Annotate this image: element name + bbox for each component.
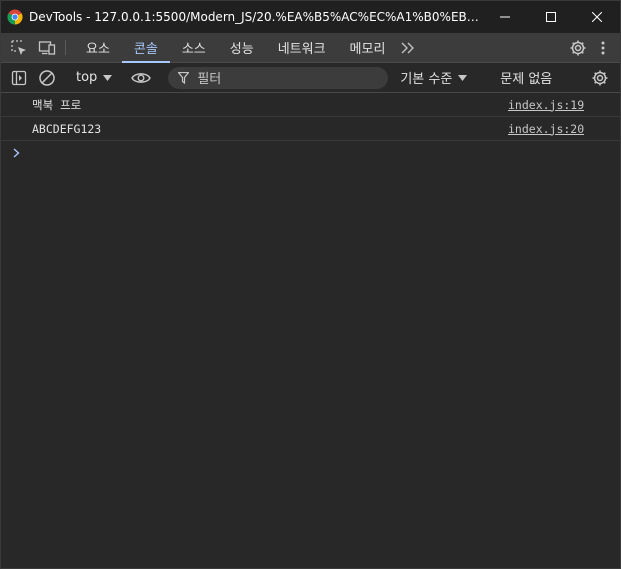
tabbar-actions: [564, 33, 614, 62]
live-expression-button[interactable]: [127, 64, 155, 92]
console-message: 맥북 프로 index.js:19: [1, 93, 620, 117]
issues-label: 문제 없음: [500, 72, 553, 87]
minimize-button[interactable]: [482, 1, 528, 33]
more-tabs-button[interactable]: [397, 33, 419, 62]
issues-counter[interactable]: 문제 없음: [492, 68, 552, 87]
console-message-text: 맥북 프로: [32, 97, 82, 112]
console-toolbar-actions: [577, 63, 614, 92]
gear-icon: [592, 70, 608, 85]
kebab-menu-icon: [601, 41, 605, 54]
console-message-source-link[interactable]: index.js:19: [508, 98, 584, 112]
log-levels-dropdown[interactable]: 기본 수준: [400, 68, 468, 87]
title-bar: DevTools - 127.0.0.1:5500/Modern_JS/20.%…: [1, 1, 620, 33]
console-message: ABCDEFG123 index.js:20: [1, 117, 620, 141]
maximize-icon: [546, 12, 556, 22]
close-icon: [592, 12, 602, 22]
filter-input[interactable]: 필터: [168, 66, 389, 89]
panel-tab-bar: 요소 콘솔 소스 성능 네트워크 메모리: [1, 33, 620, 63]
console-messages: 맥북 프로 index.js:19 ABCDEFG123 index.js:20: [1, 93, 620, 165]
tab-memory[interactable]: 메모리: [338, 33, 398, 62]
devtools-window: DevTools - 127.0.0.1:5500/Modern_JS/20.%…: [0, 0, 621, 569]
chevron-right-icon: [13, 148, 20, 158]
tab-network[interactable]: 네트워크: [266, 33, 338, 62]
show-sidebar-button[interactable]: [5, 64, 33, 92]
caret-down-icon: [458, 74, 468, 81]
eye-icon: [131, 72, 152, 83]
console-message-source-link[interactable]: index.js:20: [508, 122, 584, 136]
more-options-button[interactable]: [592, 41, 614, 55]
close-button[interactable]: [574, 1, 620, 33]
chevron-double-right-icon: [401, 42, 415, 53]
inspect-element-button[interactable]: [5, 33, 33, 62]
console-prompt[interactable]: [1, 141, 620, 165]
console-message-text: ABCDEFG123: [32, 121, 102, 136]
console-toolbar: top 필터 기본 수준 문제 없음: [1, 63, 620, 93]
caret-down-icon: [103, 74, 113, 81]
tab-elements[interactable]: 요소: [74, 33, 122, 62]
log-levels-label: 기본 수준: [400, 72, 453, 87]
filter-icon: [178, 71, 190, 84]
tab-performance[interactable]: 성능: [218, 33, 266, 62]
clear-console-button[interactable]: [33, 64, 61, 92]
context-label: top: [76, 70, 98, 85]
window-title: DevTools - 127.0.0.1:5500/Modern_JS/20.%…: [29, 10, 479, 24]
inspect-element-icon: [11, 39, 26, 55]
minimize-icon: [500, 16, 510, 18]
toolbar-divider: [65, 40, 66, 55]
clear-console-icon: [39, 69, 55, 86]
chrome-icon: [7, 9, 23, 25]
maximize-button[interactable]: [528, 1, 574, 33]
tab-console[interactable]: 콘솔: [121, 33, 170, 63]
gear-icon: [570, 40, 586, 55]
sidebar-toggle-icon: [11, 70, 27, 85]
filter-placeholder: 필터: [197, 72, 222, 87]
context-selector[interactable]: top: [70, 70, 118, 85]
window-controls: [482, 1, 620, 33]
tab-sources[interactable]: 소스: [170, 33, 218, 62]
device-toolbar-button[interactable]: [33, 33, 61, 62]
console-settings-button[interactable]: [586, 64, 614, 92]
device-toolbar-icon: [38, 40, 56, 55]
settings-button[interactable]: [564, 39, 592, 57]
